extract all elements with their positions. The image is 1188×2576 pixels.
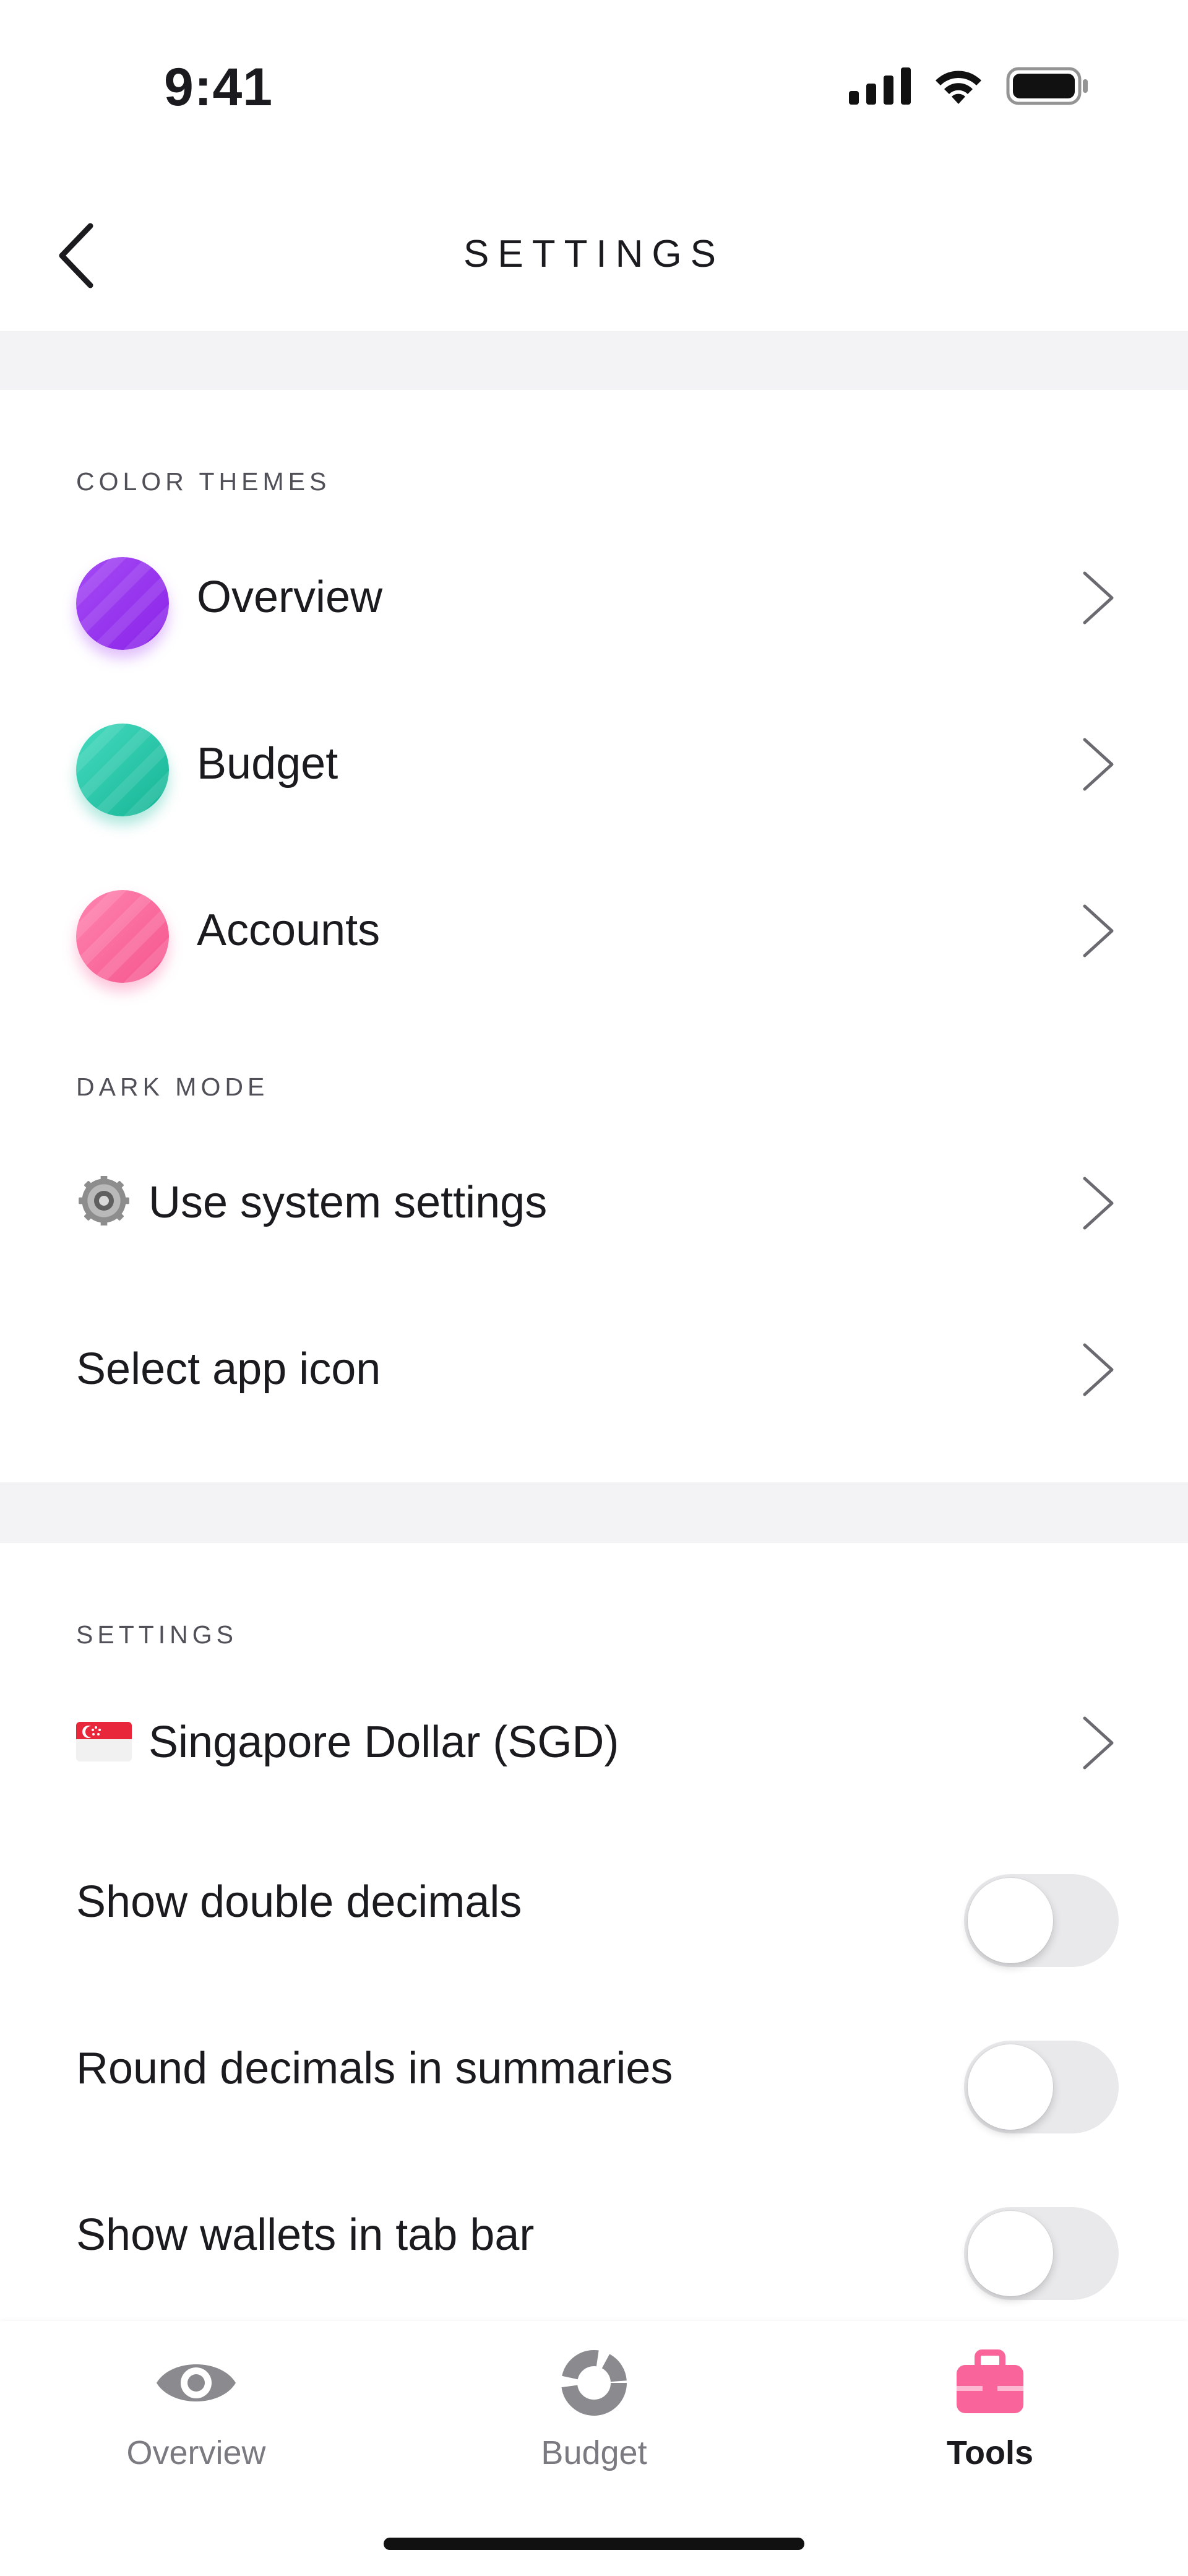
chevron-right-icon: [1083, 1716, 1114, 1770]
toggle-label: Show double decimals: [76, 1877, 522, 1927]
theme-row-budget[interactable]: Budget: [0, 693, 1188, 835]
tab-label: Budget: [541, 2434, 647, 2471]
toggle-label: Round decimals in summaries: [76, 2044, 673, 2093]
eye-icon: [157, 2364, 236, 2401]
toggle-row-wallets-tab-bar: Show wallets in tab bar: [0, 2164, 1188, 2306]
section-separator: [0, 1482, 1188, 1543]
tab-budget[interactable]: Budget: [470, 2346, 718, 2507]
theme-label: Accounts: [197, 905, 381, 955]
theme-label: Budget: [197, 739, 338, 789]
currency-row[interactable]: Singapore Dollar (SGD): [0, 1671, 1188, 1813]
section-header-color-themes: COLOR THEMES: [76, 467, 331, 496]
tab-label: Overview: [126, 2434, 266, 2471]
toggle-knob: [968, 2211, 1053, 2296]
select-app-icon-label: Select app icon: [76, 1344, 381, 1394]
theme-row-accounts[interactable]: Accounts: [0, 859, 1188, 1001]
donut-chart-icon: [561, 2350, 627, 2416]
navigation-bar: SETTINGS: [0, 173, 1188, 331]
tab-label: Tools: [947, 2434, 1033, 2471]
currency-label: Singapore Dollar (SGD): [148, 1718, 619, 1767]
theme-color-swatch: [76, 724, 169, 816]
theme-row-overview[interactable]: Overview: [0, 526, 1188, 668]
chevron-right-icon: [1083, 738, 1114, 791]
chevron-right-icon: [1083, 1177, 1114, 1230]
status-bar: 9:41: [0, 0, 1188, 173]
chevron-right-icon: [1083, 1343, 1114, 1396]
dark-mode-option-label: Use system settings: [148, 1178, 548, 1227]
section-header-dark-mode: DARK MODE: [76, 1073, 269, 1101]
dark-mode-system-row[interactable]: Use system settings: [0, 1131, 1188, 1274]
theme-color-swatch: [76, 890, 169, 983]
status-time: 9:41: [164, 58, 273, 117]
round-decimals-toggle[interactable]: [964, 2041, 1119, 2133]
settings-screen: 9:41 SETTINGS COLOR THEMES Overview Budg…: [0, 0, 1188, 2576]
singapore-flag-icon: [76, 1722, 132, 1761]
section-separator: [0, 331, 1188, 390]
battery-icon: [1006, 67, 1088, 105]
toggle-label: Show wallets in tab bar: [76, 2210, 535, 2260]
chevron-right-icon: [1083, 571, 1114, 625]
home-indicator: [384, 2538, 804, 2550]
theme-color-swatch: [76, 557, 169, 650]
page-title: SETTINGS: [463, 233, 725, 275]
gear-icon: [79, 1176, 129, 1225]
section-header-settings: SETTINGS: [76, 1620, 238, 1649]
wifi-icon: [936, 71, 981, 104]
theme-label: Overview: [197, 573, 383, 622]
tab-overview[interactable]: Overview: [72, 2346, 320, 2507]
cellular-signal-icon: [849, 67, 911, 105]
tab-tools[interactable]: Tools: [866, 2346, 1114, 2507]
status-icons: [849, 67, 1089, 105]
toggle-knob: [968, 1878, 1053, 1963]
toggle-row-double-decimals: Show double decimals: [0, 1831, 1188, 1973]
toolbox-icon: [957, 2349, 1023, 2413]
toggle-knob: [968, 2044, 1053, 2130]
toggle-row-round-decimals: Round decimals in summaries: [0, 1997, 1188, 2140]
double-decimals-toggle[interactable]: [964, 1874, 1119, 1967]
chevron-right-icon: [1083, 904, 1114, 957]
wallets-tab-bar-toggle[interactable]: [964, 2207, 1119, 2300]
select-app-icon-row[interactable]: Select app icon: [0, 1298, 1188, 1440]
